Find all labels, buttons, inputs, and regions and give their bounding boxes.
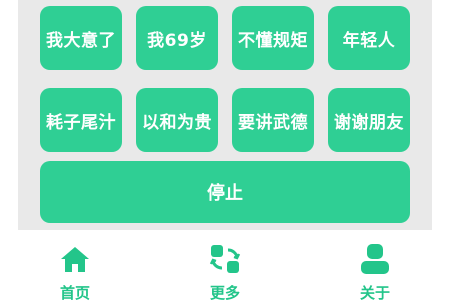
sound-button-2[interactable]: 我69岁 — [136, 6, 218, 70]
sound-button-8[interactable]: 谢谢朋友 — [328, 88, 410, 152]
bottom-tab-bar: 首页 更多 关于 — [0, 230, 450, 307]
sound-button-grid: 我大意了 我69岁 不懂规矩 年轻人 耗子尾汁 以和为贵 要讲武德 谢谢朋友 — [40, 6, 410, 152]
sound-button-4[interactable]: 年轻人 — [328, 6, 410, 70]
tab-home[interactable]: 首页 — [40, 230, 110, 307]
tab-home-label: 首页 — [59, 284, 90, 302]
home-icon — [61, 247, 89, 272]
more-icon — [209, 245, 241, 273]
tab-more[interactable]: 更多 — [190, 230, 260, 307]
sound-button-1[interactable]: 我大意了 — [40, 6, 122, 70]
sound-button-5[interactable]: 耗子尾汁 — [40, 88, 122, 152]
tab-about-label: 关于 — [359, 284, 390, 302]
sound-button-7[interactable]: 要讲武德 — [232, 88, 314, 152]
sound-button-6[interactable]: 以和为贵 — [136, 88, 218, 152]
stop-button[interactable]: 停止 — [40, 161, 410, 223]
user-icon — [361, 244, 389, 274]
sound-button-3[interactable]: 不懂规矩 — [232, 6, 314, 70]
tab-more-label: 更多 — [209, 284, 240, 302]
tab-about[interactable]: 关于 — [340, 230, 410, 307]
